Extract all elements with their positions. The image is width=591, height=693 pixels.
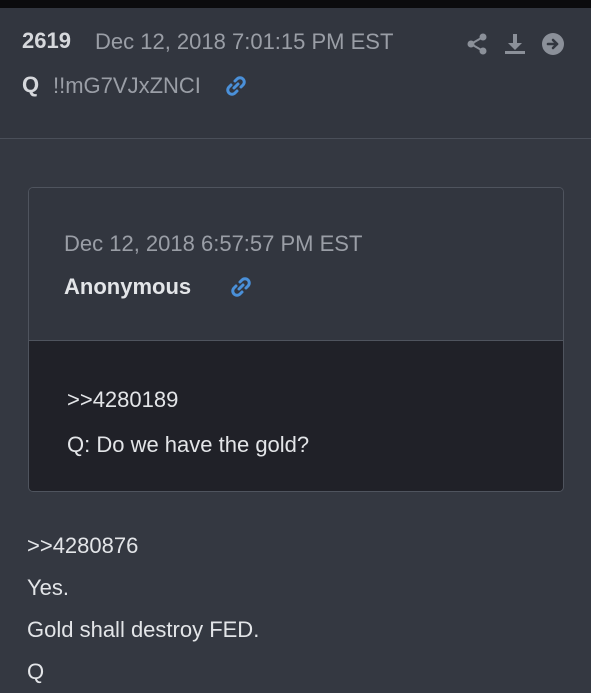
quoted-post-reference[interactable]: >>4280189 — [67, 387, 178, 413]
download-icon[interactable] — [503, 32, 527, 56]
share-icon[interactable] — [465, 32, 489, 56]
quoted-post-line: Q: Do we have the gold? — [67, 432, 310, 457]
post-line: Yes. — [27, 575, 70, 600]
post-author: Q — [22, 72, 40, 97]
link-icon[interactable] — [224, 74, 248, 98]
quoted-post-date: Dec 12, 2018 6:57:57 PM EST — [64, 231, 363, 256]
arrow-right-circle-icon[interactable] — [541, 32, 565, 56]
quoted-post-text: >>4280189 Q: Do we have the gold? — [29, 341, 563, 491]
link-icon[interactable] — [229, 275, 253, 299]
post-tripcode: !!mG7VJxZNCI — [53, 73, 201, 98]
post-header: 2619 Dec 12, 2018 7:01:15 PM EST Q !!mG7… — [0, 8, 591, 139]
quoted-post-author: Anonymous — [64, 274, 192, 299]
post-actions — [465, 32, 565, 56]
quoted-post: Dec 12, 2018 6:57:57 PM EST Anonymous >>… — [28, 187, 564, 492]
post-number: 2619 — [22, 28, 71, 53]
post-body: Dec 12, 2018 6:57:57 PM EST Anonymous >>… — [0, 139, 591, 693]
quoted-post-header: Dec 12, 2018 6:57:57 PM EST Anonymous — [29, 188, 563, 341]
post-signature: Q — [27, 659, 45, 684]
post-card: 2619 Dec 12, 2018 7:01:15 PM EST Q !!mG7… — [0, 0, 591, 693]
post-reference[interactable]: >>4280876 — [27, 533, 138, 559]
post-date: Dec 12, 2018 7:01:15 PM EST — [95, 29, 394, 54]
post-line: Gold shall destroy FED. — [27, 617, 260, 642]
